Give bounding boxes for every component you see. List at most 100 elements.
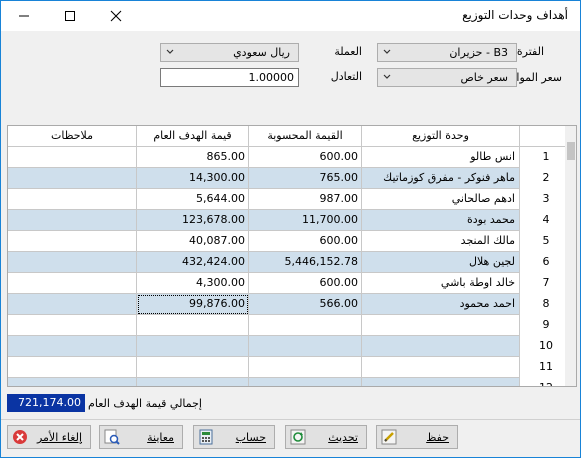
refresh-icon: [290, 429, 306, 445]
cell-calculated[interactable]: [249, 315, 362, 336]
cell-target[interactable]: 432,424.00: [137, 252, 249, 273]
header-unit[interactable]: وحدة التوزيع: [362, 126, 520, 147]
cancel-icon: [12, 429, 28, 445]
period-dropdown[interactable]: B3 - حزيران: [377, 43, 517, 62]
header-rownum: [520, 126, 565, 147]
refresh-button[interactable]: تحديث: [285, 425, 367, 449]
save-button[interactable]: حفظ: [376, 425, 458, 449]
cancel-button[interactable]: إلغاء الأمر: [7, 425, 91, 449]
rate-label: التعادل: [330, 70, 362, 83]
cell-notes[interactable]: [8, 357, 137, 378]
table-row[interactable]: 865.00 600.00 انس طالو: [8, 147, 520, 168]
row-number: 8: [542, 297, 550, 310]
cell-target[interactable]: [137, 357, 249, 378]
calculator-icon: [198, 429, 214, 445]
scroll-thumb[interactable]: [567, 142, 575, 160]
cell-notes[interactable]: [8, 147, 137, 168]
cell-unit[interactable]: احمد محمود: [362, 294, 520, 315]
cell-notes[interactable]: [8, 189, 137, 210]
table-row[interactable]: 5,644.00 987.00 ادهم صالحاني: [8, 189, 520, 210]
cell-calculated[interactable]: 600.00: [249, 273, 362, 294]
cell-unit[interactable]: [362, 336, 520, 357]
header-target[interactable]: قيمة الهدف العام: [137, 126, 249, 147]
price-label: سعر المواد: [511, 71, 563, 84]
table-row[interactable]: 432,424.00 5,446,152.78 لجين هلال: [8, 252, 520, 273]
cell-unit[interactable]: محمد بودة: [362, 210, 520, 231]
chevron-down-icon: [382, 72, 392, 85]
cell-target[interactable]: [137, 336, 249, 357]
cell-target[interactable]: [137, 315, 249, 336]
cell-notes[interactable]: [8, 315, 137, 336]
cell-unit[interactable]: [362, 357, 520, 378]
cell-notes[interactable]: [8, 378, 137, 386]
cell-unit[interactable]: مالك المنجد: [362, 231, 520, 252]
cell-calculated[interactable]: 566.00: [249, 294, 362, 315]
window-title: أهداف وحدات التوزيع: [462, 8, 568, 22]
title-bar: أهداف وحدات التوزيع: [1, 1, 580, 31]
cell-unit[interactable]: ادهم صالحاني: [362, 189, 520, 210]
cell-calculated[interactable]: 5,446,152.78: [249, 252, 362, 273]
cell-notes[interactable]: [8, 231, 137, 252]
cell-target[interactable]: [137, 378, 249, 386]
chevron-down-icon: [382, 47, 392, 60]
cell-unit[interactable]: انس طالو: [362, 147, 520, 168]
table-row[interactable]: 99,876.00 566.00 احمد محمود: [8, 294, 520, 315]
cell-target[interactable]: 4,300.00: [137, 273, 249, 294]
cell-calculated[interactable]: [249, 357, 362, 378]
window: أهداف وحدات التوزيع الفترة B3 - حزيران ا…: [0, 0, 581, 458]
header-calculated[interactable]: القيمة المحسوبة: [249, 126, 362, 147]
cell-target[interactable]: 40,087.00: [137, 231, 249, 252]
table-row[interactable]: 40,087.00 600.00 مالك المنجد: [8, 231, 520, 252]
price-dropdown[interactable]: سعر خاص: [377, 68, 517, 87]
table-row[interactable]: [8, 336, 520, 357]
cell-calculated[interactable]: 765.00: [249, 168, 362, 189]
save-pencil-icon: [381, 429, 397, 445]
cell-target[interactable]: 99,876.00: [137, 294, 249, 315]
close-icon[interactable]: [93, 1, 139, 31]
cell-target[interactable]: 5,644.00: [137, 189, 249, 210]
cell-calculated[interactable]: 600.00: [249, 147, 362, 168]
cell-unit[interactable]: ماهر فنوكر - مفرق كوزماتيك: [362, 168, 520, 189]
cell-calculated[interactable]: 600.00: [249, 231, 362, 252]
total-value: 721,174.00: [7, 394, 85, 412]
cell-calculated[interactable]: 987.00: [249, 189, 362, 210]
table-row[interactable]: [8, 378, 520, 386]
cell-unit[interactable]: [362, 378, 520, 386]
row-number: 6: [542, 255, 550, 268]
table-row[interactable]: 14,300.00 765.00 ماهر فنوكر - مفرق كوزماتي…: [8, 168, 520, 189]
row-number: 10: [539, 339, 553, 352]
table-row[interactable]: [8, 315, 520, 336]
cell-calculated[interactable]: [249, 336, 362, 357]
maximize-icon[interactable]: [47, 1, 93, 31]
row-number: 1: [542, 150, 550, 163]
cell-notes[interactable]: [8, 252, 137, 273]
cell-notes[interactable]: [8, 294, 137, 315]
calculate-button[interactable]: حساب: [193, 425, 275, 449]
row-number: 9: [542, 318, 550, 331]
cell-unit[interactable]: خالد اوطة باشي: [362, 273, 520, 294]
price-value: سعر خاص: [460, 71, 508, 84]
minimize-icon[interactable]: [1, 1, 47, 31]
vertical-scrollbar[interactable]: [565, 126, 576, 386]
cell-target[interactable]: 123,678.00: [137, 210, 249, 231]
cell-notes[interactable]: [8, 336, 137, 357]
cell-notes[interactable]: [8, 273, 137, 294]
header-notes[interactable]: ملاحظات: [8, 126, 137, 147]
cell-notes[interactable]: [8, 168, 137, 189]
targets-table: ملاحظات قيمة الهدف العام القيمة المحسوبة…: [7, 125, 577, 387]
period-value: B3 - حزيران: [449, 46, 508, 59]
table-row[interactable]: 123,678.00 11,700.00 محمد بودة: [8, 210, 520, 231]
currency-value: ريال سعودي: [233, 46, 290, 59]
table-row[interactable]: 4,300.00 600.00 خالد اوطة باشي: [8, 273, 520, 294]
currency-dropdown[interactable]: ريال سعودي: [160, 43, 299, 62]
cell-calculated[interactable]: [249, 378, 362, 386]
rate-input[interactable]: 1.00000: [160, 68, 299, 87]
preview-button[interactable]: معاينة: [99, 425, 183, 449]
cell-calculated[interactable]: 11,700.00: [249, 210, 362, 231]
table-row[interactable]: [8, 357, 520, 378]
cell-unit[interactable]: لجين هلال: [362, 252, 520, 273]
cell-target[interactable]: 14,300.00: [137, 168, 249, 189]
cell-target[interactable]: 865.00: [137, 147, 249, 168]
cell-unit[interactable]: [362, 315, 520, 336]
cell-notes[interactable]: [8, 210, 137, 231]
